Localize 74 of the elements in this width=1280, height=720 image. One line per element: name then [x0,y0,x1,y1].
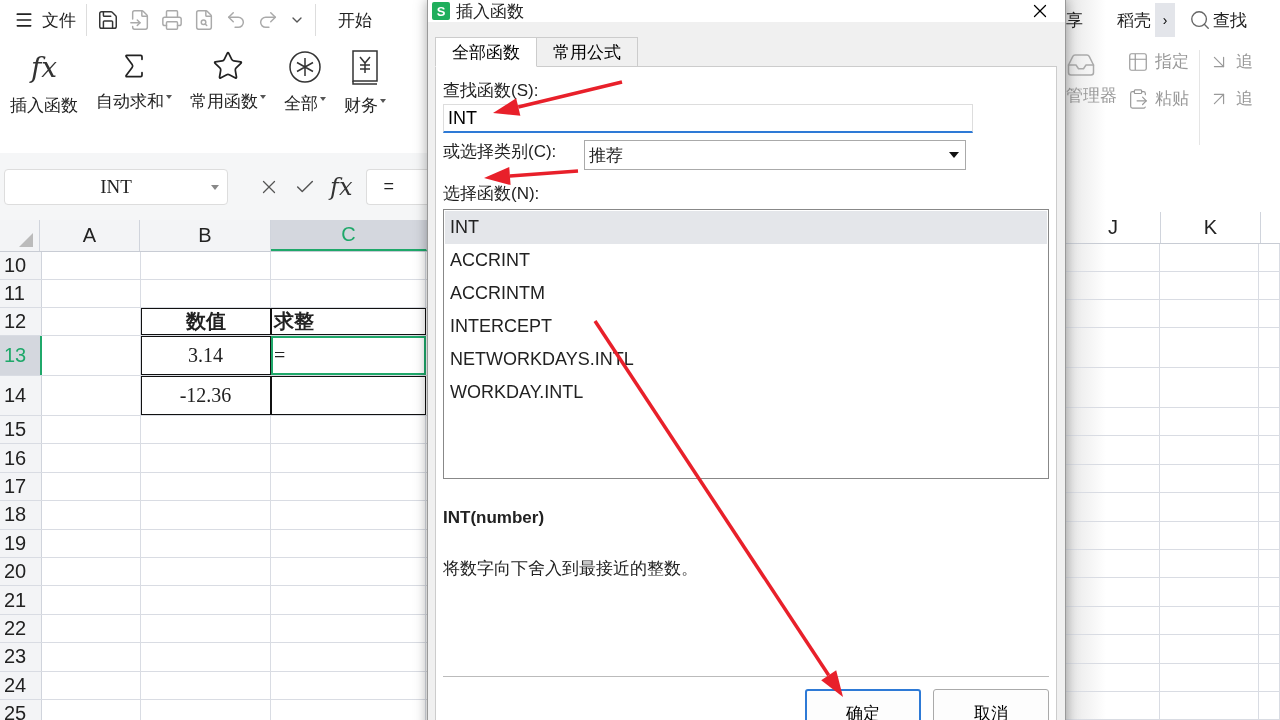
category-select[interactable]: 推荐 [584,140,967,170]
caret-icon [211,184,219,190]
dialog-tab[interactable]: 常用公式 [536,37,638,67]
formula-field[interactable]: = [366,168,427,205]
function-item[interactable]: WORKDAY.INTL [445,376,1047,409]
star-icon [212,50,244,82]
caret-icon [166,95,172,99]
row-header[interactable]: 15 [0,416,42,444]
caret-icon [320,97,326,101]
more-button[interactable]: › [1155,3,1175,37]
table-cell: -12.36 [141,376,271,415]
table-cell: = [271,336,426,375]
dialog-tab[interactable]: 全部函数 [435,37,537,67]
column-header[interactable]: K [1161,212,1261,243]
search-field[interactable]: INT [443,104,973,133]
ribbon-button[interactable]: 常用函数 [188,48,268,115]
redo-icon[interactable] [257,9,279,31]
row-header[interactable]: 14 [0,376,42,415]
print-icon[interactable] [161,9,183,31]
ribbon-button[interactable]: 全部 [282,48,328,117]
function-item[interactable]: INT [445,211,1047,244]
function-list-label: 选择函数(N): [443,183,540,205]
ledger-icon [350,50,380,86]
function-signature: INT(number) [443,508,546,528]
save-icon[interactable] [97,9,119,31]
preview-icon[interactable] [193,9,215,31]
row-header[interactable]: 24 [0,671,42,699]
menu-tab[interactable]: 稻壳 [1117,8,1151,32]
function-item[interactable]: ACCRINTM [445,277,1047,310]
window-title: 插入函数 [456,0,524,23]
caret-icon [260,95,266,99]
row-header[interactable]: 12 [0,308,42,335]
import-icon[interactable] [129,9,151,31]
function-item[interactable]: INTERCEPT [445,310,1047,343]
menu-icon [14,10,34,30]
row-header[interactable]: 18 [0,501,42,529]
row-header[interactable]: 11 [0,280,42,307]
table-cell: 求整 [271,308,426,335]
function-icon: fx [30,50,58,86]
undo-icon[interactable] [225,9,247,31]
function-description: 将数字向下舍入到最接近的整数。 [443,558,699,580]
name-box[interactable]: INT [4,168,228,205]
ribbon-button[interactable]: fx 插入函数 [8,48,80,119]
category-label: 或选择类别(C): [443,141,557,163]
row-header[interactable]: 19 [0,529,42,557]
search-label: 查找函数(S): [443,80,539,102]
search-icon[interactable] [1189,9,1211,31]
column-header[interactable]: J [1066,212,1161,243]
ribbon-button[interactable]: 财务 [342,48,388,119]
row-header[interactable]: 22 [0,614,42,643]
table-icon [1127,50,1149,73]
search-command[interactable]: 查找 [1213,8,1247,32]
asterisk-icon [288,50,322,84]
menu-tab[interactable]: 享 [1066,8,1083,32]
row-header[interactable]: 10 [0,252,42,279]
clipboard-icon [1127,87,1149,110]
ribbon-button[interactable]: 自动求和 [94,48,174,115]
function-item[interactable]: ACCRINT [445,244,1047,277]
table-cell: 数值 [141,308,271,335]
function-icon[interactable]: fx [330,168,353,205]
row-header[interactable]: 17 [0,472,42,501]
file-menu[interactable]: 文件 [14,8,76,32]
row-header[interactable]: 23 [0,643,42,671]
row-header[interactable]: 16 [0,444,42,472]
app-icon: S [432,2,450,20]
row-header[interactable]: 21 [0,586,42,614]
caret-icon [949,152,960,158]
row-header[interactable]: 25 [0,699,42,720]
select-all-icon[interactable] [19,233,33,247]
caret-icon [380,99,386,103]
start-tab[interactable]: 开始 [338,8,372,32]
row-header[interactable]: 20 [0,557,42,586]
table-cell: 3.14 [141,336,271,375]
column-header[interactable]: A [40,220,140,251]
